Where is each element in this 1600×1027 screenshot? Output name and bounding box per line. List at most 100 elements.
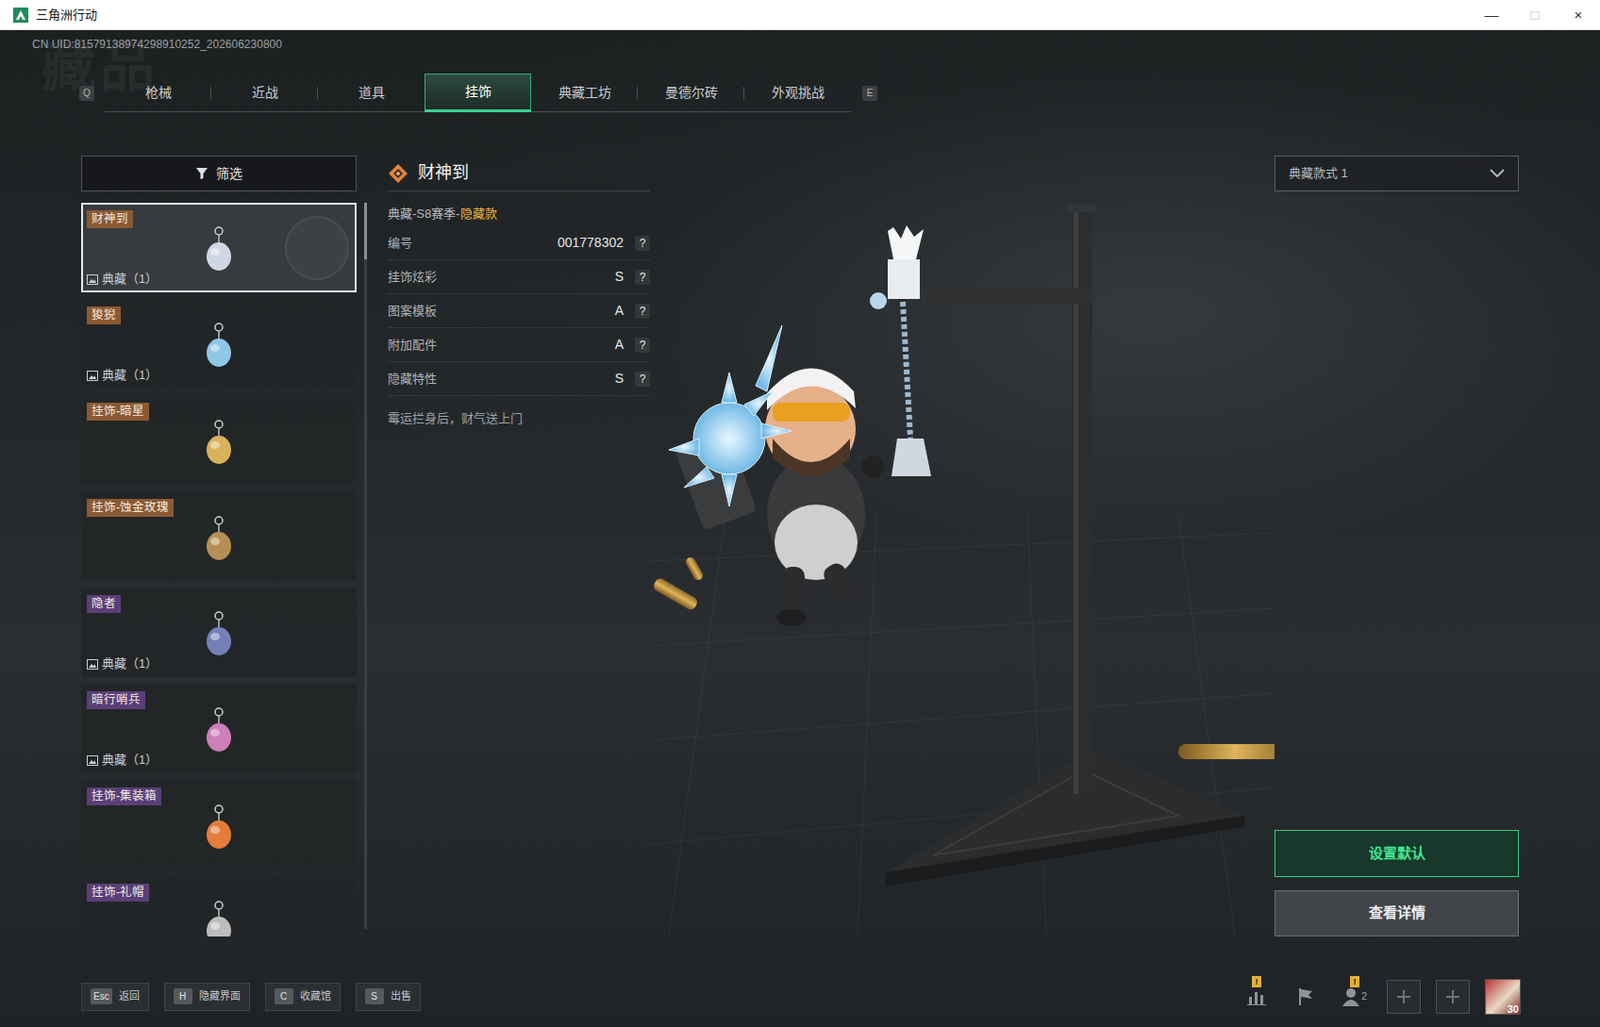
stat-row: 附加配件 A? (387, 328, 650, 363)
category-tab[interactable]: 典藏工坊 (531, 73, 638, 113)
stat-row: 隐藏特性S? (387, 362, 650, 397)
charm-preview-scene[interactable] (650, 155, 1275, 937)
next-tab-key[interactable]: E (862, 85, 878, 101)
list-scrollbar[interactable] (364, 202, 367, 930)
collection-icon (86, 755, 99, 767)
help-button[interactable]: ? (634, 337, 650, 353)
charm-name-tag: 隐者 (86, 595, 121, 614)
filter-icon (195, 166, 209, 181)
minimize-button[interactable]: — (1469, 0, 1514, 31)
friends-count: 2 (1361, 988, 1367, 1005)
app-logo-icon (13, 7, 29, 23)
charm-thumbnail-icon (198, 225, 240, 275)
charm-thumbnail-icon (198, 900, 240, 937)
help-button[interactable]: ? (634, 269, 650, 285)
hotkey-key: H (173, 988, 193, 1005)
category-tab[interactable]: 道具 (317, 73, 425, 113)
charm-item[interactable]: 挂饰-暗星 (81, 395, 357, 485)
category-tab[interactable]: 外观挑战 (744, 73, 851, 113)
alert-badge: ! (1350, 976, 1360, 988)
alert-badge: ! (1251, 976, 1262, 988)
uid-label: CN UID:81579138974298910252_202606230800 (0, 30, 1600, 55)
friends-button[interactable]: 2! (1337, 980, 1372, 1015)
hotkey-button[interactable]: C 收藏馆 (265, 983, 341, 1012)
chevron-down-icon (1489, 168, 1505, 179)
person-icon (1342, 987, 1360, 1007)
help-button[interactable]: ? (634, 235, 650, 251)
emblem-decoration (284, 216, 350, 281)
filter-label: 筛选 (216, 164, 243, 184)
game-screen: 藏品CN UID:81579138974298910252_2026062308… (0, 30, 1600, 1027)
prev-tab-key[interactable]: Q (79, 85, 95, 101)
tab-label: 曼德尔砖 (665, 83, 718, 103)
flag-button[interactable] (1288, 980, 1323, 1015)
category-tab[interactable]: 挂饰 (424, 73, 532, 113)
tab-label: 道具 (358, 83, 385, 103)
style-dropdown[interactable]: 典藏款式 1 (1274, 155, 1519, 192)
hotkey-key: S (365, 988, 384, 1005)
stat-value: A (615, 334, 624, 355)
charm-thumbnail-icon (198, 515, 240, 565)
hotkey-button[interactable]: Esc返回 (81, 983, 150, 1012)
style-dropdown-value: 典藏款式 1 (1288, 164, 1349, 184)
main-content: 筛选财神到典藏（1）狻猊典藏（1）挂饰-暗星挂饰-蚀金玫瑰隐者典藏（1）暗行哨兵… (0, 155, 1600, 937)
tab-label: 近战 (251, 83, 279, 103)
hotkey-key: Esc (90, 988, 113, 1005)
charm-item[interactable]: 隐者典藏（1） (81, 587, 357, 678)
button-label: 查看详情 (1368, 902, 1426, 925)
hotkey-label: 出售 (390, 988, 412, 1005)
charm-item[interactable]: 财神到典藏（1） (81, 202, 357, 293)
collection-count: 典藏（1） (101, 366, 158, 384)
hotkey-button[interactable]: H 隐藏界面 (164, 983, 250, 1012)
maximize-button[interactable]: □ (1513, 0, 1557, 31)
category-tab[interactable]: 曼德尔砖 (637, 73, 745, 113)
collection-icon (86, 370, 99, 382)
charm-list-panel: 筛选财神到典藏（1）狻猊典藏（1）挂饰-暗星挂饰-蚀金玫瑰隐者典藏（1）暗行哨兵… (81, 155, 357, 937)
charm-name-tag: 挂饰-暗星 (86, 402, 150, 421)
bar-chart-icon (1247, 988, 1267, 1006)
add-slot-button[interactable] (1386, 980, 1421, 1015)
tab-label: 枪械 (145, 83, 172, 103)
category-tabs: Q 枪械 近战 道具 挂饰 典藏工坊 曼德尔砖 外观挑战 E (79, 73, 1600, 113)
category-tab[interactable]: 枪械 (104, 73, 212, 113)
stat-label: 挂饰炫彩 (387, 267, 437, 287)
stats-button[interactable]: ! (1239, 980, 1274, 1015)
collection-count: 典藏（1） (101, 751, 158, 769)
rarity-diamond-icon (387, 163, 409, 184)
close-button[interactable]: × (1556, 0, 1600, 31)
scrollbar-thumb[interactable] (364, 202, 367, 260)
stat-value: A (615, 300, 624, 321)
filter-button[interactable]: 筛选 (81, 155, 357, 192)
charm-item[interactable]: 挂饰-集装箱 (81, 780, 357, 870)
player-avatar[interactable]: 30 (1484, 979, 1521, 1016)
player-level: 30 (1507, 1003, 1519, 1016)
charm-name-tag: 狻猊 (86, 306, 121, 325)
help-button[interactable]: ? (634, 371, 650, 387)
charm-list: 财神到典藏（1）狻猊典藏（1）挂饰-暗星挂饰-蚀金玫瑰隐者典藏（1）暗行哨兵典藏… (81, 202, 357, 937)
flag-icon (1297, 987, 1315, 1007)
charm-item[interactable]: 挂饰-礼帽 (81, 876, 357, 937)
bottom-bar: Esc返回H隐藏界面C收藏馆S出售!2!30 (0, 974, 1600, 1019)
view-details-button[interactable]: 查看详情 (1274, 890, 1519, 937)
hotkey-label: 收藏馆 (300, 988, 332, 1005)
set-default-button[interactable]: 设置默认 (1274, 830, 1519, 878)
stat-label: 图案模板 (387, 301, 437, 321)
hotkey-button[interactable]: S 出售 (355, 983, 421, 1012)
tab-label: 典藏工坊 (558, 83, 612, 103)
hotkey-label: 隐藏界面 (199, 988, 241, 1005)
add-slot-button[interactable] (1435, 980, 1470, 1015)
charm-item[interactable]: 暗行哨兵典藏（1） (81, 683, 357, 774)
charm-thumbnail-icon (198, 706, 240, 756)
plus-icon (1445, 989, 1461, 1005)
charm-item[interactable]: 挂饰-蚀金玫瑰 (81, 491, 357, 582)
stat-label: 附加配件 (387, 335, 437, 355)
charm-description: 霉运拦身后，财气送上门 (387, 409, 650, 429)
charm-item[interactable]: 狻猊典藏（1） (81, 299, 357, 389)
charm-name-tag: 暗行哨兵 (86, 691, 146, 710)
help-button[interactable]: ? (634, 303, 650, 319)
button-label: 设置默认 (1368, 843, 1426, 866)
category-tab[interactable]: 近战 (211, 73, 318, 113)
hotkey-key: C (274, 988, 294, 1005)
title-bar: 三角洲行动—□× (0, 0, 1600, 31)
charm-name-tag: 挂饰-集装箱 (86, 787, 162, 806)
